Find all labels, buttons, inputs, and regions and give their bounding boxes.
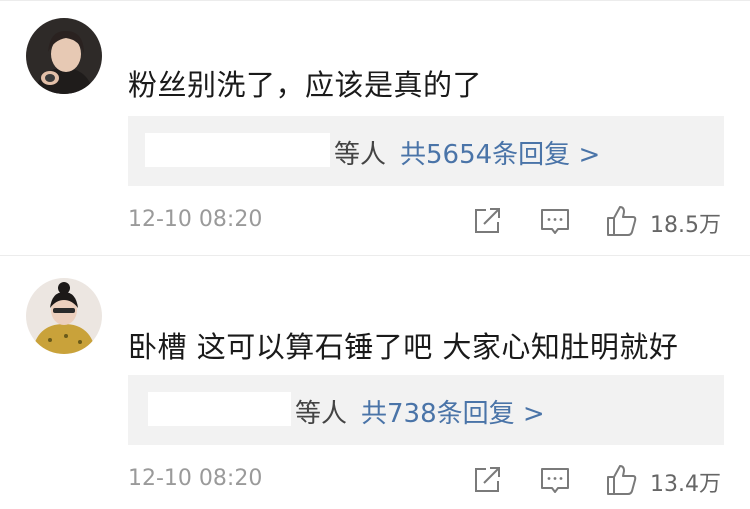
comment-item: 卧槽 这可以算石锤了吧 大家心知肚明就好 等人 共738条回复 > 12-10 0… [0, 255, 750, 509]
comment-meta: 12-10 08:20 13.4万 [0, 462, 750, 502]
redacted-usernames [148, 392, 291, 426]
reply-others-label: 等人 [295, 399, 348, 429]
reply-line[interactable]: 等人 共738条回复 > [295, 393, 545, 430]
like-icon[interactable] [604, 203, 640, 239]
reply-count-link[interactable]: 共738条回复 > [361, 399, 545, 429]
comment-meta: 12-10 08:20 18.5万 [0, 203, 750, 243]
like-count: 18.5万 [650, 213, 721, 238]
like-count: 13.4万 [650, 472, 721, 497]
reply-line[interactable]: 等人 共5654条回复 > [334, 134, 600, 171]
redacted-usernames [145, 133, 330, 167]
avatar[interactable] [26, 18, 102, 94]
comment-icon[interactable] [537, 462, 573, 498]
comment-text: 粉丝别洗了，应该是真的了 [128, 68, 483, 102]
timestamp: 12-10 08:20 [128, 207, 263, 232]
comment-item: 粉丝别洗了，应该是真的了 等人 共5654条回复 > 12-10 08:20 18… [0, 0, 750, 255]
reply-summary[interactable]: 等人 共738条回复 > [128, 375, 724, 445]
reply-others-label: 等人 [334, 140, 387, 170]
comment-text: 卧槽 这可以算石锤了吧 大家心知肚明就好 [128, 330, 679, 364]
share-icon[interactable] [470, 462, 506, 498]
comment-icon[interactable] [537, 203, 573, 239]
reply-count-link[interactable]: 共5654条回复 > [400, 140, 600, 170]
avatar[interactable] [26, 278, 102, 354]
share-icon[interactable] [470, 203, 506, 239]
reply-summary[interactable]: 等人 共5654条回复 > [128, 116, 724, 186]
timestamp: 12-10 08:20 [128, 466, 263, 491]
like-icon[interactable] [604, 462, 640, 498]
